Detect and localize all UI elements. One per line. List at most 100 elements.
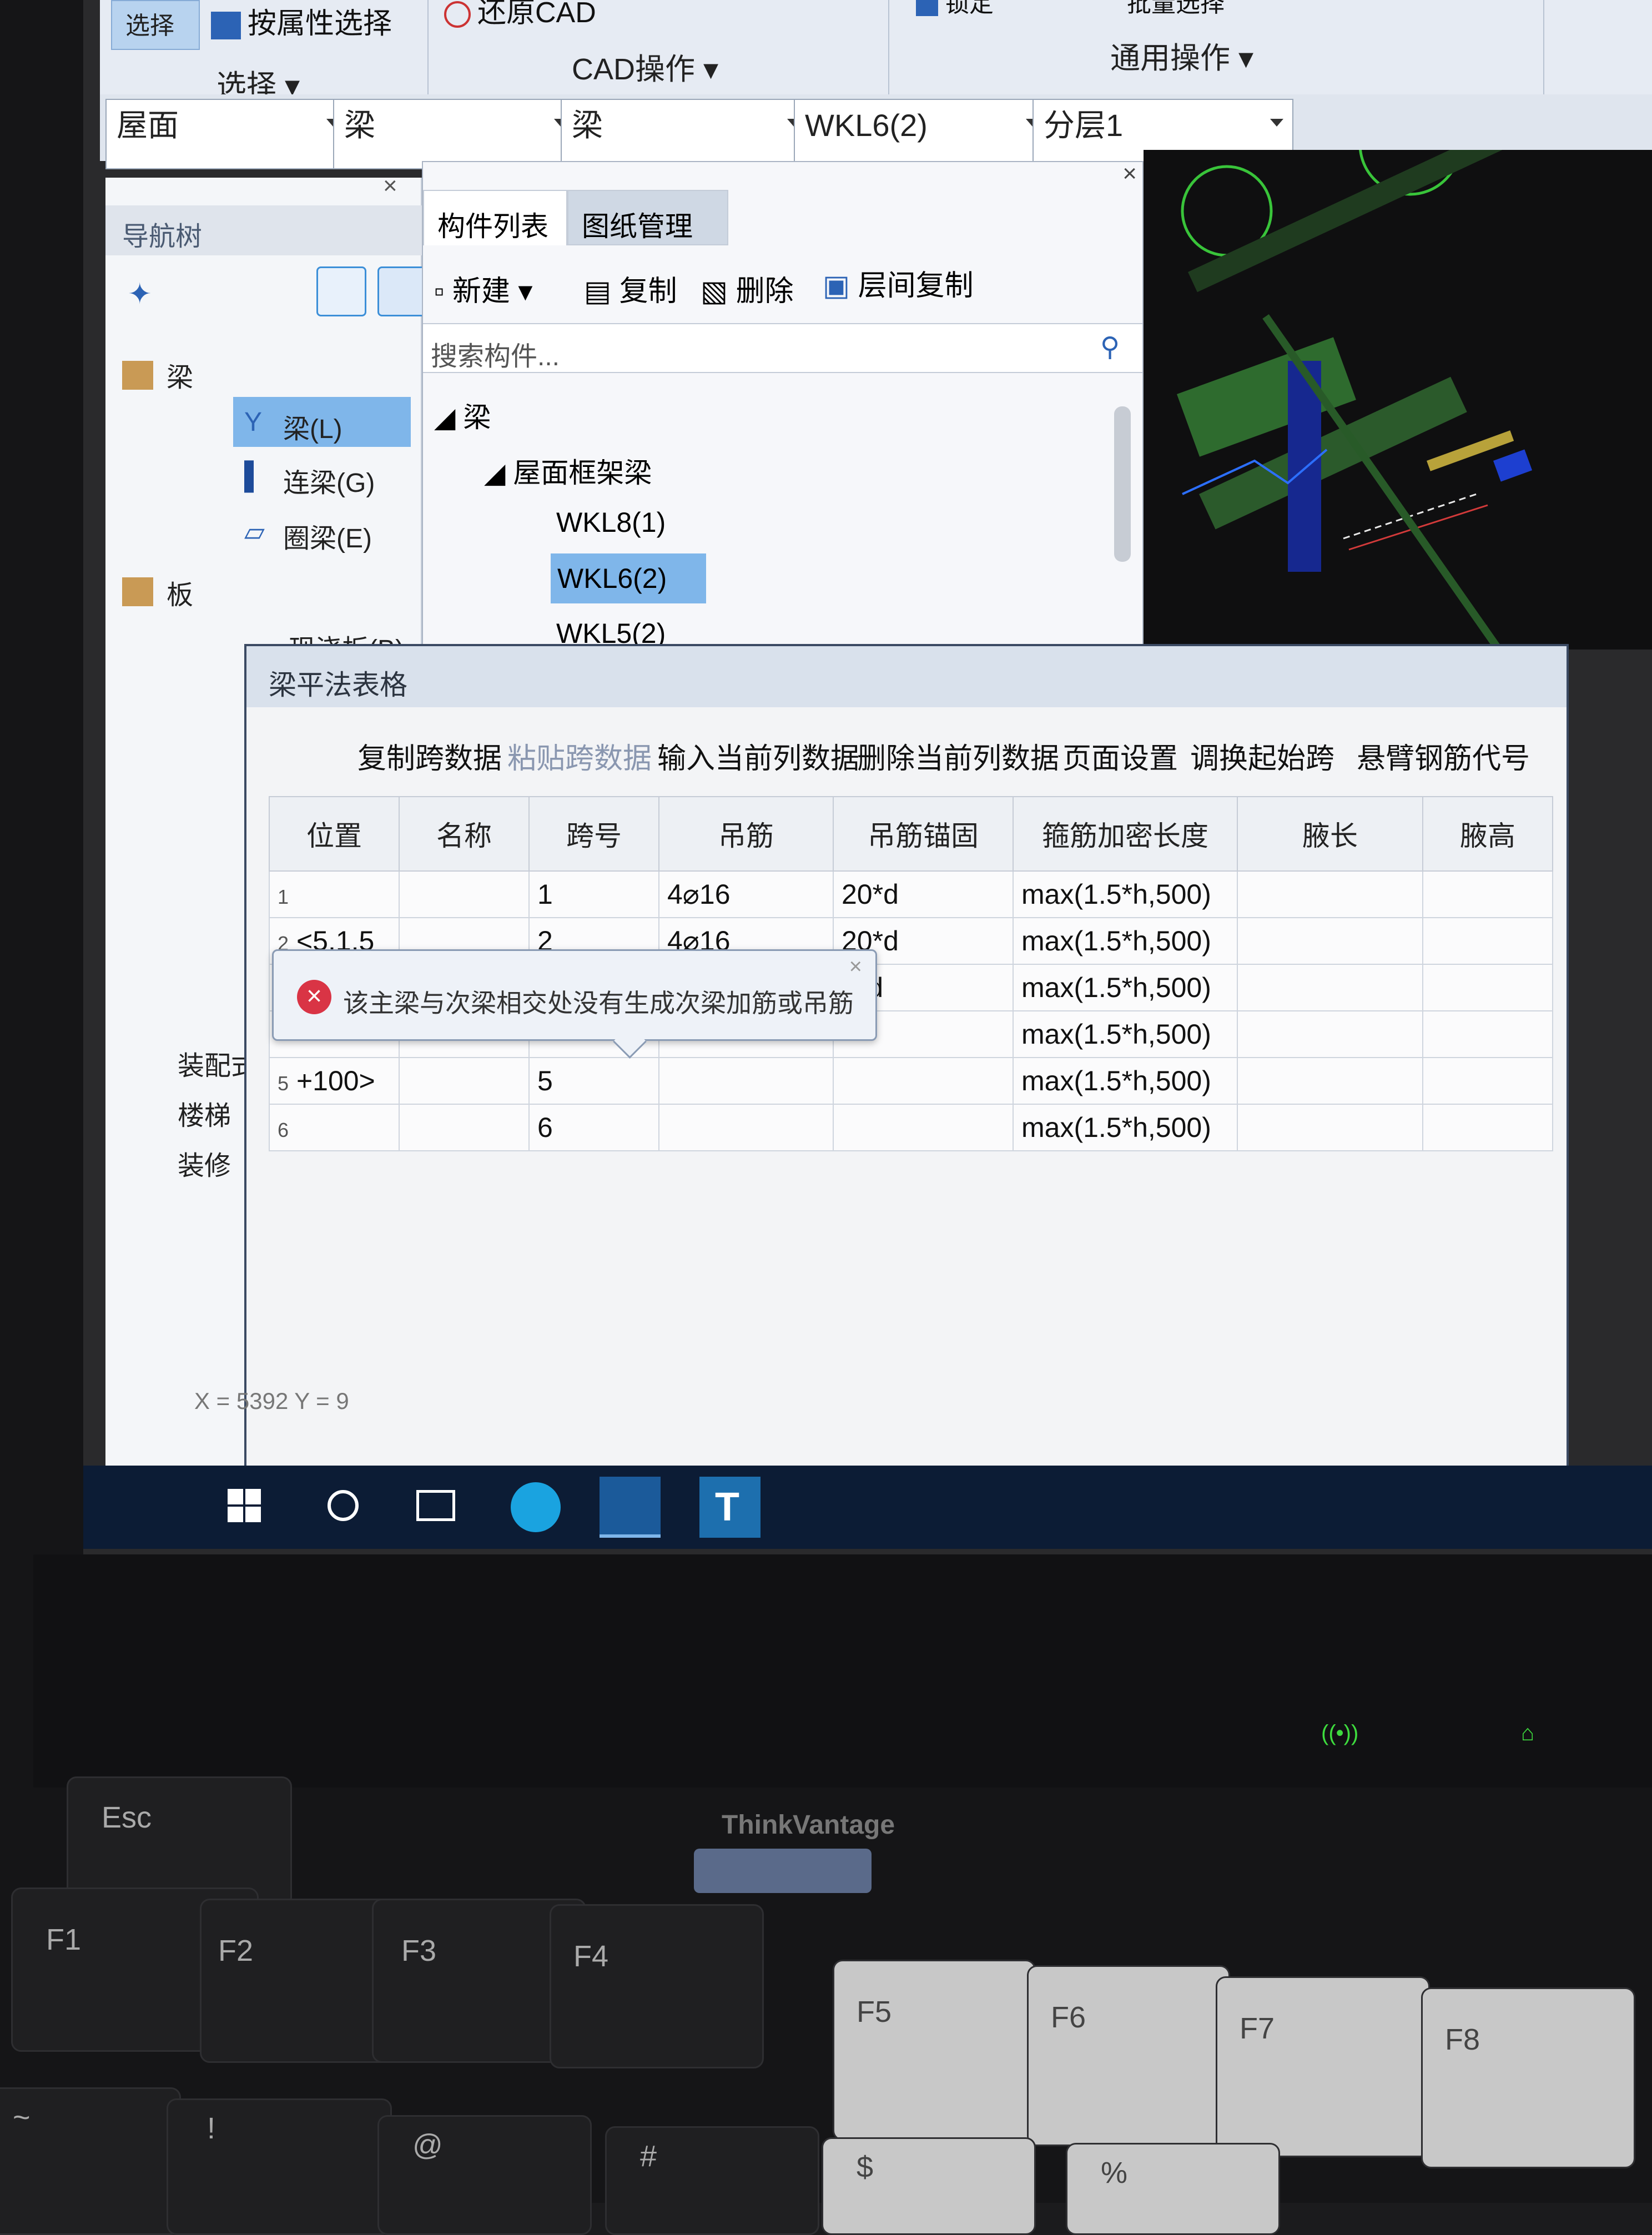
cell-haunch-h[interactable]	[1422, 1104, 1553, 1151]
cell-haunch-h[interactable]	[1422, 870, 1553, 918]
edge-browser-icon[interactable]	[511, 1482, 561, 1532]
restore-cad-button[interactable]: 还原CAD	[444, 0, 596, 31]
task-view-icon[interactable]	[416, 1490, 455, 1521]
key-4[interactable]: $	[822, 2137, 1036, 2235]
cell-haunch-h[interactable]	[1422, 964, 1553, 1011]
col-header[interactable]: 名称	[399, 796, 530, 872]
nav-item-ring-beam[interactable]: 圈梁(E)	[283, 516, 372, 555]
lock-button[interactable]: 锁定	[916, 0, 994, 19]
key-tilde[interactable]: ~	[0, 2087, 181, 2235]
floor-copy-button[interactable]: ▣ 层间复制	[823, 262, 974, 304]
nav-group-stairs[interactable]: 楼梯	[178, 1094, 231, 1132]
cad-viewport[interactable]	[1144, 93, 1652, 652]
col-header[interactable]: 吊筋锚固	[833, 796, 1014, 872]
key-f5[interactable]: F5	[833, 1960, 1036, 2141]
nav-group-slab[interactable]: 板	[167, 573, 193, 612]
tab-component-list[interactable]: 构件列表	[423, 190, 567, 245]
select-big-button[interactable]: 选择	[111, 0, 200, 50]
cell-stirrup[interactable]: max(1.5*h,500)	[1013, 1057, 1238, 1105]
card-view-icon[interactable]	[377, 266, 427, 316]
cell-haunch-h[interactable]	[1422, 1057, 1553, 1105]
floor-select[interactable]: 屋面	[105, 99, 350, 169]
nav-item-link-beam[interactable]: 连梁(G)	[283, 461, 375, 500]
cell-span[interactable]: 6	[528, 1104, 659, 1151]
type-select[interactable]: 梁	[561, 99, 810, 169]
copy-span-data-button[interactable]: 复制跨数据	[357, 735, 502, 777]
cell-stirrup[interactable]: max(1.5*h,500)	[1013, 917, 1238, 965]
search-icon[interactable]: ⚲	[1100, 331, 1120, 363]
swap-start-span-button[interactable]: 调换起始跨	[1190, 735, 1334, 777]
cell-haunch-h[interactable]	[1422, 1010, 1553, 1058]
cell-pos[interactable]: 1	[269, 870, 400, 918]
key-f2[interactable]: F2	[200, 1899, 392, 2063]
table-row[interactable]: 1 1 4⌀16 20*d max(1.5*h,500)	[269, 870, 1553, 918]
key-f4[interactable]: F4	[550, 1904, 764, 2068]
cell-haunch-h[interactable]	[1422, 917, 1553, 965]
nav-group-beam[interactable]: 梁	[167, 355, 193, 394]
windows-start-icon[interactable]	[228, 1489, 262, 1523]
key-3[interactable]: #	[605, 2126, 819, 2235]
tooltip-close-icon[interactable]: ×	[849, 954, 862, 979]
cell-stirrup[interactable]: max(1.5*h,500)	[1013, 1104, 1238, 1151]
key-5[interactable]: %	[1066, 2143, 1280, 2235]
cell-name[interactable]	[399, 1057, 530, 1105]
key-f6[interactable]: F6	[1027, 1965, 1230, 2146]
col-header[interactable]: 吊筋	[658, 796, 834, 872]
key-f7[interactable]: F7	[1216, 1976, 1430, 2157]
thinkvantage-button[interactable]	[694, 1849, 872, 1893]
cell-span[interactable]: 1	[528, 870, 659, 918]
col-header[interactable]: 跨号	[528, 796, 659, 872]
page-setup-button[interactable]: 页面设置	[1062, 735, 1178, 777]
cell-stirrup[interactable]: max(1.5*h,500)	[1013, 964, 1238, 1011]
nav-item-selected[interactable]: Y 梁(L)	[233, 397, 411, 447]
cell-hanger[interactable]: 4⌀16	[658, 870, 834, 918]
nav-close-button[interactable]: ×	[383, 172, 397, 200]
col-header[interactable]: 腋长	[1237, 796, 1423, 872]
col-header[interactable]: 腋高	[1422, 796, 1553, 872]
tab-drawing-mgmt[interactable]: 图纸管理	[567, 190, 728, 245]
delete-button[interactable]: ▧ 删除	[701, 268, 794, 309]
tree-item-selected[interactable]: WKL6(2)	[551, 553, 706, 603]
scrollbar[interactable]	[1114, 406, 1131, 562]
cell-haunch-len[interactable]	[1237, 917, 1423, 965]
cell-haunch-len[interactable]	[1237, 870, 1423, 918]
search-icon[interactable]	[328, 1490, 359, 1521]
select-by-attr-button[interactable]: 按属性选择	[211, 0, 392, 42]
cell-hanger[interactable]	[658, 1057, 834, 1105]
cell-span[interactable]: 5	[528, 1057, 659, 1105]
cad-ops-group-label[interactable]: CAD操作 ▾	[572, 44, 718, 88]
cell-anchor[interactable]	[833, 1057, 1014, 1105]
cell-haunch-len[interactable]	[1237, 1057, 1423, 1105]
cell-stirrup[interactable]: max(1.5*h,500)	[1013, 870, 1238, 918]
batch-select-button[interactable]: 批量选择	[1127, 0, 1225, 19]
cell-anchor[interactable]: 20*d	[833, 870, 1014, 918]
tree-item[interactable]: WKL8(1)	[556, 506, 666, 538]
cell-name[interactable]	[399, 1104, 530, 1151]
cell-pos[interactable]: 5 +100>	[269, 1057, 400, 1105]
paste-span-data-button[interactable]: 粘贴跨数据	[507, 735, 652, 777]
key-1[interactable]: !	[167, 2098, 392, 2235]
new-button[interactable]: ▫ 新建 ▾	[434, 268, 532, 309]
cell-stirrup[interactable]: max(1.5*h,500)	[1013, 1010, 1238, 1058]
copy-button[interactable]: ▤ 复制	[584, 268, 677, 309]
search-input[interactable]: 搜索构件...	[423, 323, 1142, 373]
cell-name[interactable]	[399, 870, 530, 918]
input-column-button[interactable]: 输入当前列数据	[657, 735, 859, 777]
col-header[interactable]: 箍筋加密长度	[1013, 796, 1238, 872]
delete-column-button[interactable]: 删除当前列数据	[857, 735, 1059, 777]
t-app-icon[interactable]: T	[699, 1477, 760, 1538]
table-row[interactable]: 6 6 max(1.5*h,500)	[269, 1104, 1553, 1151]
cell-haunch-len[interactable]	[1237, 1104, 1423, 1151]
table-row[interactable]: 5 +100> 5 max(1.5*h,500)	[269, 1057, 1553, 1105]
cell-hanger[interactable]	[658, 1104, 834, 1151]
cell-pos[interactable]: 6	[269, 1104, 400, 1151]
cantilever-code-button[interactable]: 悬臂钢筋代号	[1357, 735, 1530, 777]
key-2[interactable]: @	[377, 2115, 592, 2235]
cell-haunch-len[interactable]	[1237, 1010, 1423, 1058]
col-header[interactable]: 位置	[269, 796, 400, 872]
tree-frame-beam[interactable]: ◢ 屋面框架梁	[484, 451, 652, 491]
common-ops-group-label[interactable]: 通用操作 ▾	[1110, 33, 1253, 77]
key-f8[interactable]: F8	[1421, 1987, 1635, 2168]
list-view-icon[interactable]	[316, 266, 366, 316]
sparkle-icon[interactable]: ✦	[128, 278, 152, 311]
